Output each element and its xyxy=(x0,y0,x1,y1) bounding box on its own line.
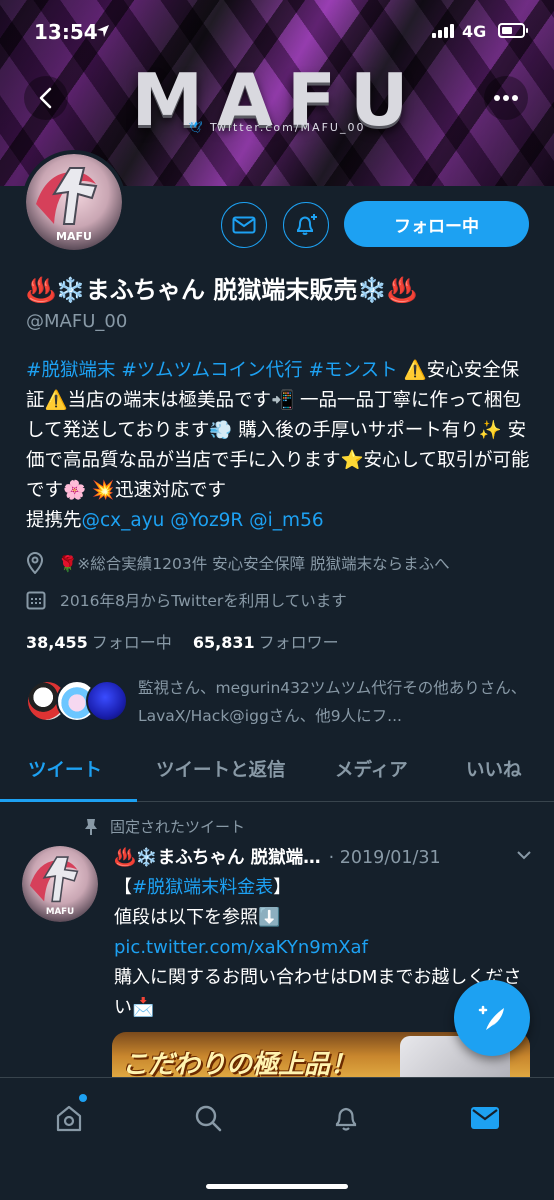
tweet-header: ♨️❄️まふちゃん 脱獄端… · 2019/01/31 xyxy=(114,844,534,869)
status-time: 13:54 xyxy=(34,20,98,44)
location-arrow-icon xyxy=(97,25,109,37)
nav-home[interactable] xyxy=(49,1094,89,1138)
compose-feather-icon xyxy=(478,1005,504,1030)
signal-icon xyxy=(432,24,454,38)
calendar-icon xyxy=(26,591,46,610)
compose-tweet-button[interactable] xyxy=(454,980,530,1056)
profile-avatar[interactable]: MAFU xyxy=(22,150,126,254)
tweet-link[interactable]: pic.twitter.com/xaKYn9mXaf xyxy=(114,933,534,963)
nav-notifications[interactable] xyxy=(326,1098,366,1138)
follower-avatars xyxy=(26,680,130,724)
home-indicator[interactable] xyxy=(206,1184,348,1189)
following-button[interactable]: フォロー中 xyxy=(344,201,529,247)
back-button[interactable] xyxy=(24,76,68,120)
tweet-avatar[interactable]: MAFU xyxy=(22,846,98,922)
location-pin-icon xyxy=(26,552,44,574)
bell-plus-icon xyxy=(297,214,317,235)
svg-text:MAFU: MAFU xyxy=(56,230,92,243)
tab-tweets-replies[interactable]: ツイートと返信 xyxy=(156,756,286,782)
profile-location: 🌹※総合実績1203件 安心安全保障 脱獄端末ならまふへ xyxy=(26,552,450,574)
battery-icon xyxy=(498,23,528,38)
avatar-image: MAFU xyxy=(22,846,98,922)
pin-icon xyxy=(85,818,97,835)
tweet-line: 【#脱獄端末料金表】 xyxy=(114,877,292,898)
bio-partner-label: 提携先 xyxy=(26,510,82,531)
followed-by[interactable]: 監視さん、megurin432ツムツム代行その他ありさん、LavaX/Hack@… xyxy=(26,674,536,730)
avatar xyxy=(86,680,128,722)
chevron-down-icon[interactable] xyxy=(516,850,532,860)
search-icon xyxy=(195,1105,222,1132)
notification-dot xyxy=(79,1094,87,1102)
network-type: 4G xyxy=(462,22,487,41)
following-count[interactable]: 38,455 xyxy=(26,633,88,652)
avatar-image: MAFU xyxy=(26,154,122,250)
followers-label[interactable]: フォロワー xyxy=(259,633,339,652)
nav-search[interactable] xyxy=(188,1098,228,1138)
tab-media[interactable]: メディア xyxy=(335,756,408,782)
more-options-button[interactable] xyxy=(484,76,528,120)
notify-button[interactable] xyxy=(283,202,329,248)
mail-icon xyxy=(232,216,256,234)
bell-icon xyxy=(335,1107,357,1131)
bio-partner-links[interactable]: @cx_ayu @Yoz9R @i_m56 xyxy=(82,510,324,531)
message-button[interactable] xyxy=(221,202,267,248)
pinned-label: 固定されたツイート xyxy=(84,816,245,837)
tab-likes[interactable]: いいね xyxy=(466,756,522,782)
following-label[interactable]: フォロー中 xyxy=(92,633,172,652)
tweet-date: · 2019/01/31 xyxy=(328,848,441,868)
tweet-line: 値段は以下を参照⬇️ xyxy=(114,907,281,928)
follow-counts: 38,455 フォロー中 65,831 フォロワー xyxy=(26,629,355,653)
display-name: ♨️❄️まふちゃん 脱獄端末販売❄️♨️ xyxy=(26,276,418,304)
mail-icon xyxy=(471,1107,499,1129)
nav-messages[interactable] xyxy=(465,1098,505,1138)
status-bar: 13:54 4G xyxy=(0,0,554,62)
home-icon xyxy=(56,1105,82,1132)
profile-bio: #脱獄端末 #ツムツムコイン代行 #モンスト ⚠️安心安全保証⚠️当店の端末は極… xyxy=(26,356,531,536)
followed-by-text: 監視さん、megurin432ツムツム代行その他ありさん、LavaX/Hack@… xyxy=(138,679,527,725)
followers-count[interactable]: 65,831 xyxy=(193,633,255,652)
chevron-left-icon xyxy=(39,87,52,109)
profile-handle: @MAFU_00 xyxy=(26,311,128,332)
media-caption: こだわりの極上品！ xyxy=(122,1050,357,1080)
more-horizontal-icon xyxy=(494,95,518,101)
tweet-hashtag[interactable]: #脱獄端末料金表 xyxy=(132,877,273,898)
profile-join-date: 2016年8月からTwitterを利用しています xyxy=(26,589,347,611)
svg-text:MAFU: MAFU xyxy=(46,907,74,917)
bird-icon: 🕊 xyxy=(188,121,210,134)
tweet-author[interactable]: ♨️❄️まふちゃん 脱獄端… xyxy=(114,848,321,868)
active-tab-indicator xyxy=(0,799,137,802)
bio-hashtags[interactable]: #脱獄端末 #ツムツムコイン代行 #モンスト xyxy=(26,360,398,381)
profile-screen: MAFU 🕊 Twitter.com/MAFU_00 13:54 4G MAFU… xyxy=(0,0,554,1200)
tab-tweets[interactable]: ツイート xyxy=(28,756,102,782)
bottom-navigation xyxy=(0,1077,554,1200)
bio-text: ⚠️安心安全保証⚠️当店の端末は極美品です📲 一品一品丁寧に作って梱包して発送し… xyxy=(26,360,530,501)
banner-subtitle: 🕊 Twitter.com/MAFU_00 xyxy=(188,121,366,134)
profile-tabs: ツイート ツイートと返信 メディア いいね xyxy=(0,746,554,802)
